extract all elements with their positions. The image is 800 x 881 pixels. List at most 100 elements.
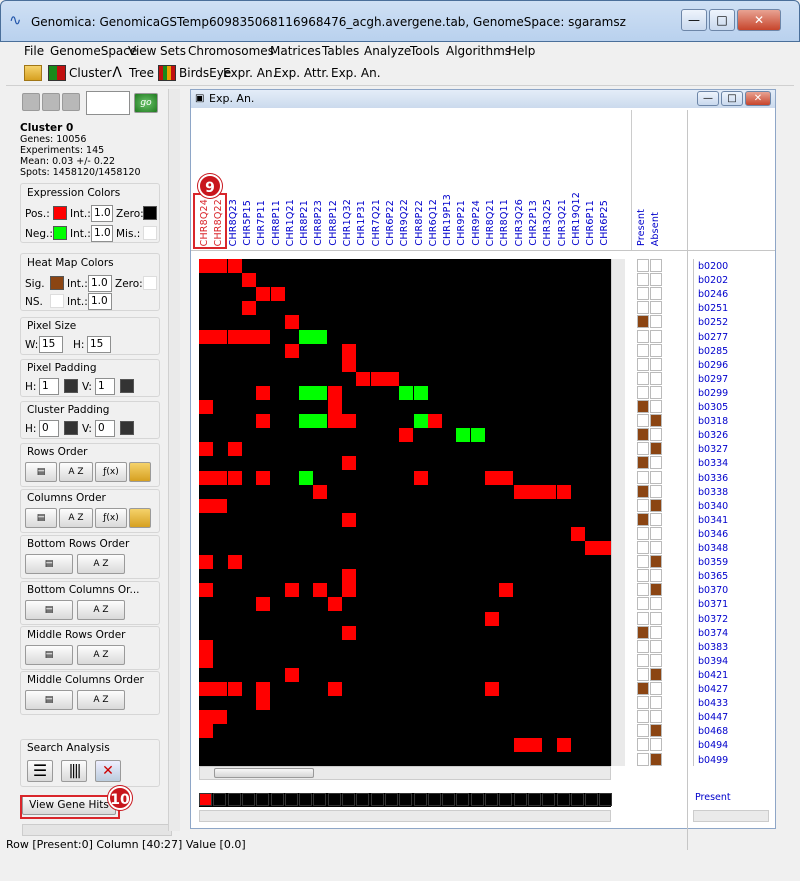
padding-h-color-swatch[interactable] <box>64 379 78 393</box>
heatmap-cell[interactable] <box>213 710 228 725</box>
heatmap-cell[interactable] <box>556 738 571 753</box>
cluster-padding-h-input[interactable]: 0 <box>39 420 59 437</box>
attribute-cell[interactable] <box>650 456 662 470</box>
bottom-strip-cell[interactable] <box>499 793 513 806</box>
attribute-cell[interactable] <box>637 371 649 385</box>
bottom-strip-cell[interactable] <box>485 793 498 806</box>
row-label[interactable]: b0246 <box>698 289 728 300</box>
heatmap-cell[interactable] <box>213 329 228 344</box>
exp-an-button[interactable]: Exp. An. <box>331 66 381 80</box>
heatmap-cell[interactable] <box>256 696 271 711</box>
bottom-strip-cell[interactable] <box>213 793 227 806</box>
middle-columns-cluster-icon[interactable]: ▤ <box>25 690 73 710</box>
column-header[interactable]: CHR8P21 <box>299 200 310 246</box>
attribute-cell[interactable] <box>650 738 662 752</box>
attribute-cell[interactable] <box>650 301 662 315</box>
menu-sets[interactable]: Sets <box>160 44 186 58</box>
heatmap-cell[interactable] <box>456 428 471 443</box>
pixel-padding-h-input[interactable]: 1 <box>39 378 59 395</box>
padding-v-color-swatch[interactable] <box>120 379 134 393</box>
attribute-cell[interactable] <box>650 273 662 287</box>
attribute-cell[interactable] <box>637 724 649 738</box>
columns-open-folder-icon[interactable] <box>129 508 151 528</box>
mis-color-swatch[interactable] <box>143 226 157 240</box>
column-header[interactable]: CHR1P31 <box>356 200 367 246</box>
pos-color-swatch[interactable] <box>53 206 67 220</box>
bottom-strip-cell[interactable] <box>342 793 355 806</box>
attribute-cell[interactable] <box>650 667 662 681</box>
row-label[interactable]: b0285 <box>698 346 728 357</box>
column-header[interactable]: CHR3Q25 <box>542 199 553 246</box>
heatmap-cell[interactable] <box>342 357 356 372</box>
bottom-strip-cell[interactable] <box>413 793 427 806</box>
cluster-icon[interactable] <box>48 65 66 81</box>
row-label[interactable]: b0371 <box>698 599 728 610</box>
bottom-strip-cell[interactable] <box>227 793 241 806</box>
rows-alpha-sort-button[interactable]: A Z <box>59 462 93 482</box>
go-button[interactable]: go <box>134 93 158 113</box>
heatmap-cell[interactable] <box>599 541 611 555</box>
row-label[interactable]: b0346 <box>698 529 728 540</box>
row-label[interactable]: b0336 <box>698 473 728 484</box>
menu-genomespace[interactable]: GenomeSpace <box>50 44 137 58</box>
bottom-attribute-strip[interactable] <box>199 793 613 807</box>
bottom-strip-cell[interactable] <box>356 793 370 806</box>
row-label[interactable]: b0348 <box>698 543 728 554</box>
bottom-strip-cell[interactable] <box>384 793 398 806</box>
attribute-cell[interactable] <box>637 639 649 653</box>
attribute-cell[interactable] <box>637 682 649 695</box>
bottom-strip-cell[interactable] <box>556 793 570 806</box>
sig-color-swatch[interactable] <box>50 276 64 290</box>
row-label[interactable]: b0374 <box>698 628 728 639</box>
column-header[interactable]: CHR7Q21 <box>371 199 382 246</box>
attribute-cell[interactable] <box>637 343 649 357</box>
menu-matrices[interactable]: Matrices <box>270 44 321 58</box>
heatmap-cell[interactable] <box>485 470 499 485</box>
attribute-cell[interactable] <box>637 428 649 442</box>
heatmap-cell[interactable] <box>299 329 314 344</box>
heatmap-cell[interactable] <box>284 343 299 358</box>
heatmap-cell[interactable] <box>342 512 356 527</box>
attribute-cell[interactable] <box>637 696 649 710</box>
row-label[interactable]: b0305 <box>698 402 728 413</box>
open-folder-icon[interactable] <box>24 65 42 81</box>
attribute-cell[interactable] <box>637 414 649 428</box>
heatmap-cell[interactable] <box>413 414 428 429</box>
heatmap-cell[interactable] <box>313 484 328 499</box>
row-label[interactable]: b0327 <box>698 444 728 455</box>
attr-header-absent[interactable]: Absent <box>650 212 661 246</box>
middle-rows-alpha-sort-button[interactable]: A Z <box>77 645 125 665</box>
row-label[interactable]: b0252 <box>698 317 728 328</box>
middle-rows-cluster-icon[interactable]: ▤ <box>25 645 73 665</box>
attribute-cell[interactable] <box>650 583 662 597</box>
heatmap-grid[interactable] <box>199 259 611 766</box>
column-header[interactable]: CHR9P24 <box>471 200 482 246</box>
attribute-cell[interactable] <box>650 371 662 385</box>
heatmap-cell[interactable] <box>313 583 328 598</box>
attribute-cell[interactable] <box>637 667 649 681</box>
heatmap-cell[interactable] <box>256 414 271 429</box>
attribute-cell[interactable] <box>637 385 649 399</box>
row-label[interactable]: b0421 <box>698 670 728 681</box>
row-label[interactable]: b0326 <box>698 430 728 441</box>
heatmap-cell[interactable] <box>270 287 285 302</box>
heatmap-cell[interactable] <box>241 273 256 288</box>
attribute-cell[interactable] <box>637 287 649 301</box>
attribute-cell[interactable] <box>650 400 662 413</box>
column-header[interactable]: CHR8Q23 <box>228 199 239 246</box>
rows-open-folder-icon[interactable] <box>129 462 151 482</box>
heatmap-cell[interactable] <box>370 371 385 386</box>
bottom-strip-cell[interactable] <box>199 793 212 806</box>
bottom-strip-cell[interactable] <box>256 793 270 806</box>
heatmap-cell[interactable] <box>413 385 428 400</box>
heatmap-cell[interactable] <box>299 385 314 400</box>
bottom-strip-cell[interactable] <box>270 793 284 806</box>
bottom-columns-alpha-sort-button[interactable]: A Z <box>77 600 125 620</box>
heatmap-cell[interactable] <box>199 259 213 273</box>
heatmap-cell[interactable] <box>241 301 256 316</box>
column-header[interactable]: CHR3Q26 <box>514 199 525 246</box>
heatmap-cell[interactable] <box>327 385 342 400</box>
heatmap-cell[interactable] <box>342 625 356 640</box>
first-icon[interactable] <box>22 93 40 111</box>
menu-view[interactable]: View <box>128 44 156 58</box>
